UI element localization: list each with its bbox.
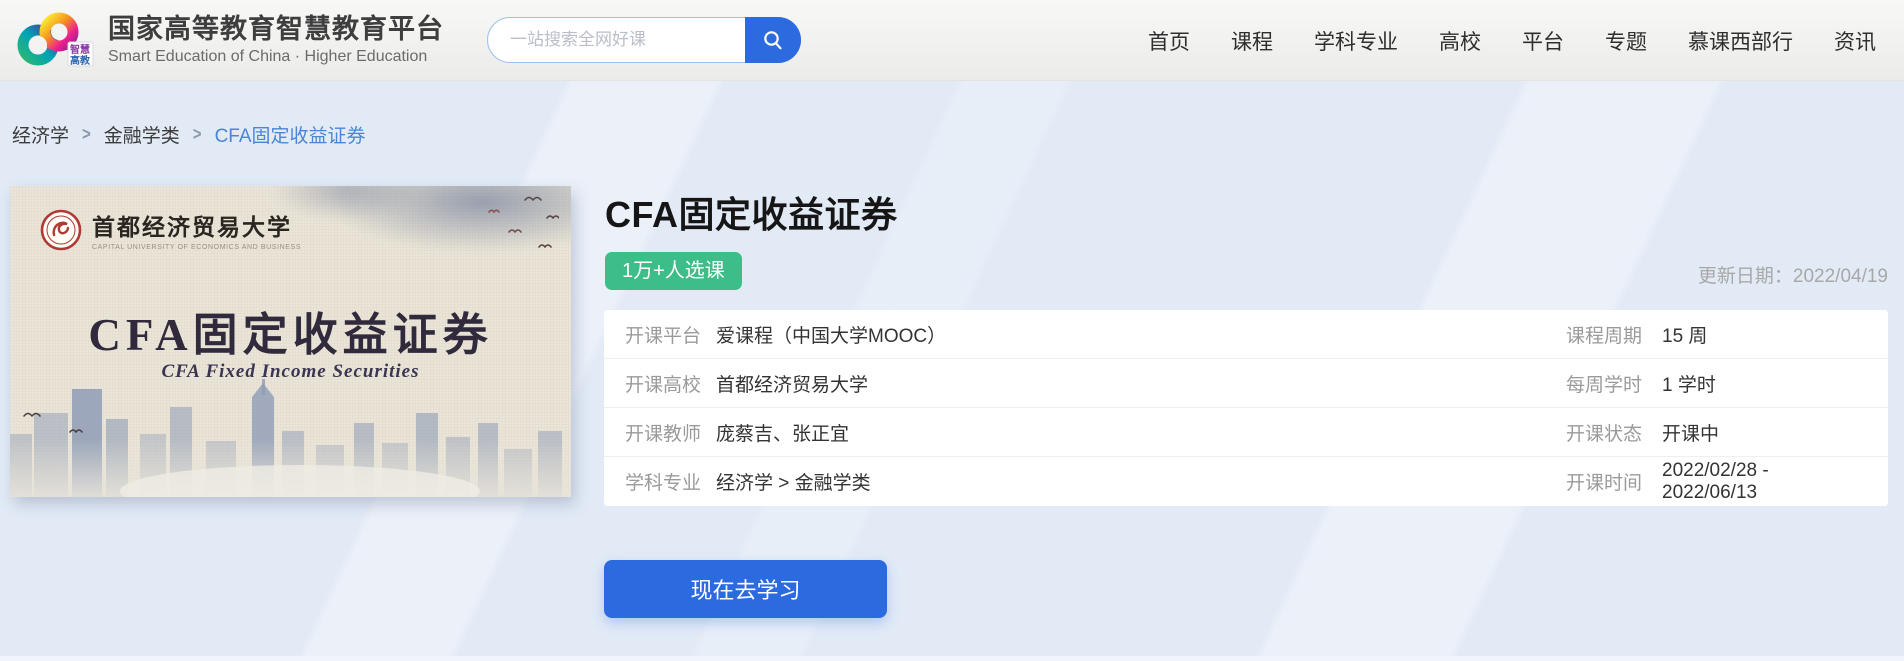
- chevron-right-icon: >: [82, 124, 91, 144]
- cover-course-subtitle: CFA Fixed Income Securities: [10, 361, 571, 383]
- update-date: 更新日期：2022/04/19: [1698, 261, 1888, 288]
- nav-item-home[interactable]: 首页: [1148, 26, 1190, 56]
- birds-icon: [18, 404, 108, 444]
- nav-item-news[interactable]: 资讯: [1834, 26, 1876, 56]
- search-bar: [487, 17, 801, 63]
- search-input[interactable]: [488, 30, 745, 50]
- info-value: 庞蔡吉、张正宜: [716, 419, 849, 446]
- nav-item-topics[interactable]: 专题: [1605, 26, 1647, 56]
- enrollment-badge: 1万+人选课: [605, 252, 742, 290]
- platform-logo[interactable]: 智慧 高教: [12, 8, 104, 72]
- university-seal-icon: [40, 209, 82, 251]
- course-detail-page: 智慧 高教 国家高等教育智慧教育平台 Smart Education of Ch…: [0, 0, 1904, 661]
- info-label: 开课状态: [1566, 419, 1662, 446]
- info-label: 开课时间: [1566, 468, 1662, 495]
- info-label: 开课高校: [625, 370, 701, 397]
- nav-item-mooc-west[interactable]: 慕课西部行: [1688, 26, 1793, 56]
- update-date-label: 更新日期：: [1698, 266, 1793, 287]
- nav-item-subjects[interactable]: 学科专业: [1314, 26, 1398, 56]
- go-study-button[interactable]: 现在去学习: [604, 560, 887, 618]
- university-name: 首都经济贸易大学: [92, 208, 301, 242]
- info-row-platform-duration: 开课平台 爱课程（中国大学MOOC） 课程周期 15 周: [604, 310, 1888, 359]
- info-value: 15 周: [1662, 321, 1707, 348]
- platform-logo-icon: 智慧 高教: [12, 8, 104, 72]
- info-label: 开课教师: [625, 419, 701, 446]
- university-brand: 首都经济贸易大学 CAPITAL UNIVERSITY OF ECONOMICS…: [40, 208, 301, 251]
- info-cell-subject: 学科专业 经济学 > 金融学类: [625, 468, 871, 495]
- info-value: 经济学 > 金融学类: [716, 468, 871, 495]
- nav-item-platforms[interactable]: 平台: [1522, 26, 1564, 56]
- info-label: 每周学时: [1566, 370, 1662, 397]
- info-cell-duration: 课程周期 15 周: [1566, 321, 1866, 348]
- breadcrumb-item-economics[interactable]: 经济学: [12, 121, 69, 148]
- page-title: CFA固定收益证券: [605, 186, 898, 238]
- nav-item-colleges[interactable]: 高校: [1439, 26, 1481, 56]
- info-row-subject-dates: 学科专业 经济学 > 金融学类 开课时间 2022/02/28 - 2022/0…: [604, 457, 1888, 506]
- brand-subtitle: Smart Education of China · Higher Educat…: [108, 48, 444, 66]
- course-cover-image: 首都经济贸易大学 CAPITAL UNIVERSITY OF ECONOMICS…: [10, 186, 571, 497]
- breadcrumb-item-current-course: CFA固定收益证券: [215, 121, 366, 148]
- info-cell-status: 开课状态 开课中: [1566, 419, 1866, 446]
- chevron-right-icon: >: [193, 124, 202, 144]
- info-row-college-hours: 开课高校 首都经济贸易大学 每周学时 1 学时: [604, 359, 1888, 408]
- cover-course-title: CFA固定收益证券: [10, 298, 571, 363]
- birds-icon: [429, 192, 559, 282]
- info-value: 2022/02/28 - 2022/06/13: [1662, 460, 1866, 504]
- breadcrumb: 经济学 > 金融学类 > CFA固定收益证券: [12, 121, 366, 148]
- info-label: 课程周期: [1566, 321, 1662, 348]
- update-date-value: 2022/04/19: [1793, 266, 1888, 287]
- main-nav: 首页 课程 学科专业 高校 平台 专题 慕课西部行 资讯: [1148, 0, 1876, 81]
- search-button[interactable]: [745, 17, 801, 63]
- app-header: 智慧 高教 国家高等教育智慧教育平台 Smart Education of Ch…: [0, 0, 1904, 81]
- info-value: 首都经济贸易大学: [716, 370, 868, 397]
- info-label: 学科专业: [625, 468, 701, 495]
- info-cell-teachers: 开课教师 庞蔡吉、张正宜: [625, 419, 849, 446]
- footer-divider: [0, 656, 1904, 661]
- info-cell-platform: 开课平台 爱课程（中国大学MOOC）: [625, 321, 946, 348]
- info-cell-weekly-hours: 每周学时 1 学时: [1566, 370, 1866, 397]
- search-icon: [761, 28, 785, 52]
- breadcrumb-item-finance[interactable]: 金融学类: [104, 121, 180, 148]
- brand-block: 国家高等教育智慧教育平台 Smart Education of China · …: [108, 14, 444, 65]
- info-value: 1 学时: [1662, 370, 1716, 397]
- info-cell-dates: 开课时间 2022/02/28 - 2022/06/13: [1566, 460, 1866, 504]
- logo-badge-text-1: 智慧: [70, 43, 90, 56]
- info-label: 开课平台: [625, 321, 701, 348]
- brand-title: 国家高等教育智慧教育平台: [108, 14, 444, 45]
- nav-item-courses[interactable]: 课程: [1231, 26, 1273, 56]
- info-row-teachers-status: 开课教师 庞蔡吉、张正宜 开课状态 开课中: [604, 408, 1888, 457]
- info-cell-college: 开课高校 首都经济贸易大学: [625, 370, 868, 397]
- info-value: 爱课程（中国大学MOOC）: [716, 321, 946, 348]
- info-value status-badge: 开课中: [1662, 419, 1719, 446]
- course-info-panel: 开课平台 爱课程（中国大学MOOC） 课程周期 15 周 开课高校 首都经济贸易…: [604, 310, 1888, 506]
- logo-badge-text-2: 高教: [70, 54, 91, 67]
- university-name-en: CAPITAL UNIVERSITY OF ECONOMICS AND BUSI…: [92, 244, 301, 251]
